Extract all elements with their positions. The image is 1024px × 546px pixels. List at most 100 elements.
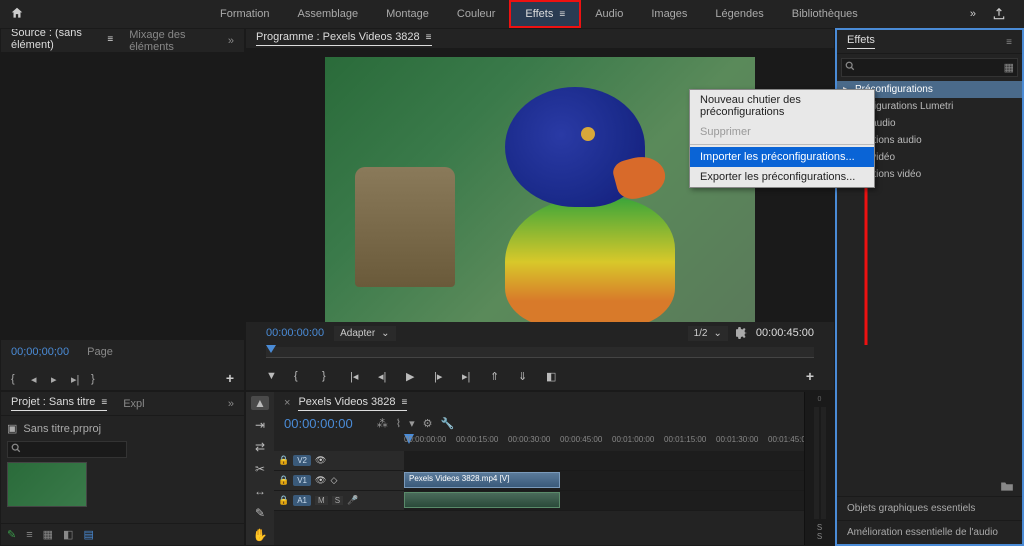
ws-montage[interactable]: Montage (372, 0, 443, 28)
track-a1-label[interactable]: A1 (293, 495, 311, 506)
hand-tool-icon[interactable]: ✋ (251, 528, 269, 542)
ws-effets[interactable]: Effets (509, 0, 581, 28)
lift-icon[interactable]: ⇑ (490, 370, 502, 382)
effects-search-input[interactable] (841, 58, 1018, 77)
program-time-ruler[interactable] (266, 347, 814, 358)
freeform-view-icon[interactable]: ◧ (63, 528, 73, 541)
essential-graphics-panel[interactable]: Objets graphiques essentiels (837, 496, 1022, 520)
track-select-tool-icon[interactable]: ⇥ (251, 418, 269, 432)
pen-tool-icon[interactable]: ✎ (251, 506, 269, 520)
tab-program[interactable]: Programme : Pexels Videos 3828 (256, 31, 432, 46)
effects-search-create-icon[interactable]: ▦ (1004, 61, 1014, 74)
video-clip[interactable]: Pexels Videos 3828.mp4 [V] (404, 472, 560, 488)
track-v2-label[interactable]: V2 (293, 455, 311, 466)
icon-view-icon[interactable]: ▦ (43, 528, 53, 541)
settings-wrench-icon[interactable] (736, 327, 748, 339)
voice-over-icon[interactable]: 🎤 (347, 495, 358, 506)
tab-explorer[interactable]: Expl (123, 398, 144, 410)
step-fwd-icon[interactable]: |▸ (434, 370, 446, 382)
sync-lock-icon[interactable]: ◇ (330, 475, 337, 486)
track-v1[interactable]: 🔒 V1 👁 ◇ Pexels Videos 3828.mp4 [V] (274, 471, 804, 491)
ws-images[interactable]: Images (637, 0, 701, 28)
tab-source[interactable]: Source : (sans élément) (11, 28, 113, 54)
mark-in-icon[interactable]: { (294, 370, 306, 382)
settings-icon[interactable]: ⚙ (423, 417, 433, 430)
eyedropper-icon[interactable]: ✎ (7, 528, 16, 541)
workspace-overflow-icon[interactable]: » (962, 8, 984, 20)
export-frame-icon[interactable]: ◧ (546, 370, 558, 382)
play-icon[interactable]: ▸ (51, 373, 61, 383)
tick: 00:01:30:00 (716, 435, 758, 444)
track-v1-label[interactable]: V1 (293, 475, 311, 486)
ctx-import-presets[interactable]: Importer les préconfigurations... (690, 147, 874, 167)
meter-solo-right[interactable]: S (817, 532, 822, 541)
program-timecode-left[interactable]: 00:00:00:00 (266, 327, 324, 339)
wrench-icon[interactable]: 🔧 (440, 417, 454, 430)
zoom-fit-select[interactable]: Adapter ⌄ (334, 326, 395, 341)
snap-icon[interactable]: ⁂ (377, 417, 388, 430)
home-icon[interactable] (10, 6, 26, 22)
panel-menu-icon[interactable]: » (228, 35, 234, 47)
go-in-icon[interactable]: |◂ (350, 370, 362, 382)
source-add-button[interactable]: + (226, 370, 234, 386)
add-marker-icon[interactable]: ▼ (266, 370, 278, 382)
project-search-input[interactable] (7, 441, 127, 458)
step-fwd-icon[interactable]: ▸| (71, 373, 81, 383)
source-timecode[interactable]: 00;00;00;00 (11, 346, 69, 358)
ws-legendes[interactable]: Légendes (701, 0, 777, 28)
extract-icon[interactable]: ⇓ (518, 370, 530, 382)
project-file-row[interactable]: ▣ Sans titre.prproj (7, 420, 238, 437)
lock-icon[interactable]: 🔒 (278, 455, 289, 466)
toggle-output-icon[interactable]: 👁 (315, 475, 326, 486)
mute-button[interactable]: M (315, 496, 328, 505)
project-overflow-icon[interactable]: » (228, 398, 234, 410)
ws-assemblage[interactable]: Assemblage (284, 0, 373, 28)
solo-button[interactable]: S (332, 496, 343, 505)
ws-couleur[interactable]: Couleur (443, 0, 510, 28)
mark-in-icon[interactable]: { (11, 373, 21, 383)
timeline-tab[interactable]: Pexels Videos 3828 (298, 396, 407, 411)
tick: 00:00:15:00 (456, 435, 498, 444)
list-view-icon[interactable]: ≡ (26, 529, 32, 541)
mark-out-icon[interactable]: } (91, 373, 101, 383)
selection-tool-icon[interactable]: ▲ (251, 396, 269, 410)
step-back-icon[interactable]: ◂ (31, 373, 41, 383)
lock-icon[interactable]: 🔒 (278, 475, 289, 486)
sort-icon[interactable]: ▤ (83, 528, 93, 541)
track-v2[interactable]: 🔒 V2 👁 (274, 451, 804, 471)
ctx-new-preset-bin[interactable]: Nouveau chutier des préconfigurations (690, 90, 874, 122)
step-back-icon[interactable]: ◂| (378, 370, 390, 382)
program-timecode-right[interactable]: 00:00:45:00 (756, 327, 814, 339)
audio-meters: 0 S S (804, 392, 834, 545)
ripple-edit-tool-icon[interactable]: ⇄ (251, 440, 269, 454)
ws-bibliotheques[interactable]: Bibliothèques (778, 0, 872, 28)
share-icon[interactable] (984, 7, 1014, 21)
go-out-icon[interactable]: ▸| (462, 370, 474, 382)
play-icon[interactable]: ▶ (406, 370, 418, 382)
ctx-export-presets[interactable]: Exporter les préconfigurations... (690, 167, 874, 187)
timeline-ruler[interactable]: 00:00:00:00 00:00:15:00 00:00:30:00 00:0… (404, 435, 804, 451)
slip-tool-icon[interactable]: ↔ (251, 484, 269, 498)
ws-audio[interactable]: Audio (581, 0, 637, 28)
new-bin-icon[interactable] (1000, 480, 1014, 492)
marker-icon[interactable]: ▾ (409, 417, 415, 430)
essential-sound-panel[interactable]: Amélioration essentielle de l'audio (837, 520, 1022, 544)
linked-selection-icon[interactable]: ⌇ (396, 417, 401, 430)
project-thumbnail[interactable] (7, 462, 87, 507)
tab-mixer[interactable]: Mixage des éléments (129, 29, 212, 53)
tab-effects[interactable]: Effets (847, 34, 875, 49)
lock-icon[interactable]: 🔒 (278, 495, 289, 506)
toggle-output-icon[interactable]: 👁 (315, 455, 326, 466)
tab-project[interactable]: Projet : Sans titre (11, 396, 107, 411)
timeline-timecode[interactable]: 00:00:00:00 (284, 416, 353, 431)
program-add-button[interactable]: + (806, 368, 814, 384)
resolution-select[interactable]: 1/2 ⌄ (688, 326, 728, 341)
effects-panel-menu-icon[interactable] (1004, 36, 1012, 48)
razor-tool-icon[interactable]: ✂ (251, 462, 269, 476)
track-a1[interactable]: 🔒 A1 M S 🎤 (274, 491, 804, 511)
ctx-delete: Supprimer (690, 122, 874, 142)
ws-formation[interactable]: Formation (206, 0, 284, 28)
meter-solo-left[interactable]: S (817, 523, 822, 532)
mark-out-icon[interactable]: } (322, 370, 334, 382)
audio-clip[interactable] (404, 492, 560, 508)
